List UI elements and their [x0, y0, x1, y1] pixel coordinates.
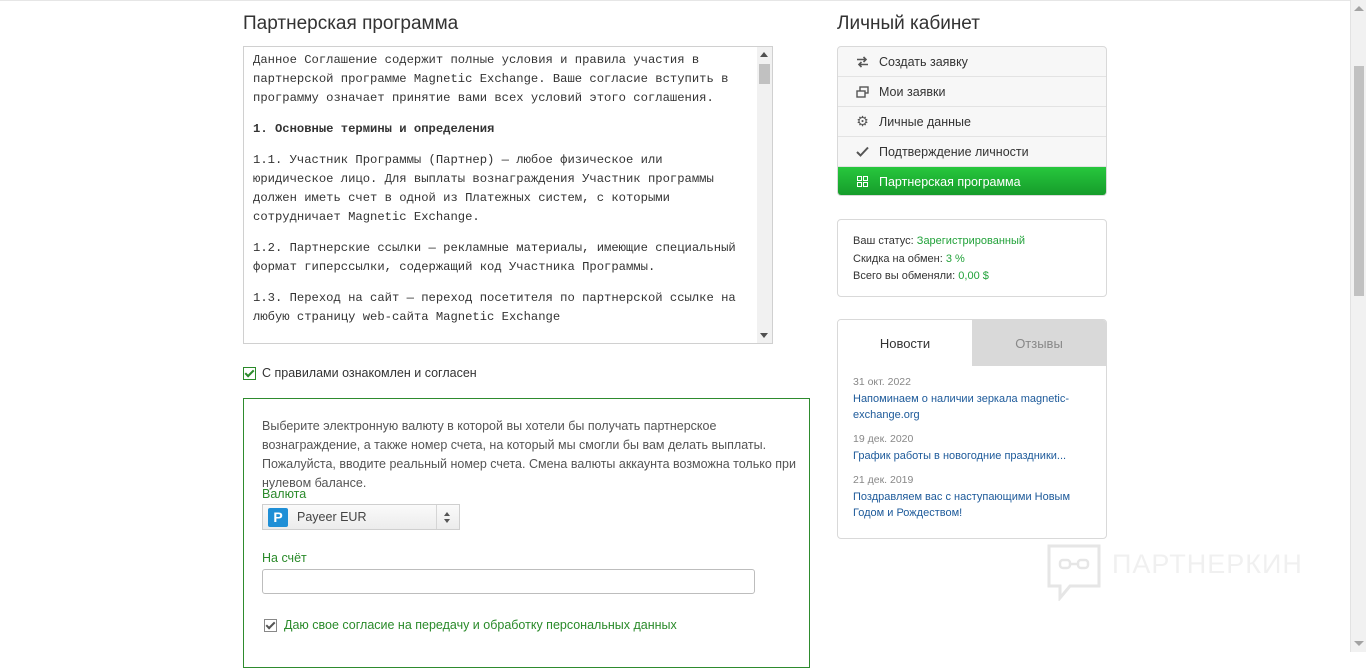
page-scrollbar-thumb[interactable] — [1354, 66, 1364, 296]
menu-item-label: Подтверждение личности — [879, 144, 1029, 159]
status-label: Ваш статус: — [853, 235, 914, 247]
top-divider — [0, 0, 1350, 1]
news-panel: Новости Отзывы 31 окт. 2022 Напоминаем о… — [837, 319, 1107, 539]
news-date: 21 дек. 2019 — [853, 474, 914, 486]
page-scrollbar[interactable] — [1350, 0, 1366, 652]
account-label: На счёт — [262, 551, 307, 565]
news-list: 31 окт. 2022 Напоминаем о наличии зеркал… — [838, 366, 1106, 521]
scroll-down-arrow-icon[interactable] — [760, 333, 768, 338]
terms-heading: 1. Основные термины и определения — [253, 122, 495, 136]
agree-rules-checkbox-row[interactable]: С правилами ознакомлен и согласен — [243, 366, 477, 380]
tab-reviews[interactable]: Отзывы — [972, 320, 1106, 366]
tab-news[interactable]: Новости — [838, 320, 972, 366]
terms-scrollbar-thumb[interactable] — [759, 64, 770, 84]
status-row: Ваш статус: Зарегистрированный — [853, 233, 1091, 251]
total-exchanged-row: Всего вы обменяли: 0,00 $ — [853, 268, 1091, 286]
news-link[interactable]: Напоминаем о наличии зеркала magnetic-ex… — [853, 391, 1091, 423]
terms-scrollbar[interactable] — [757, 47, 772, 343]
menu-item-label: Мои заявки — [879, 84, 946, 99]
agree-rules-label: С правилами ознакомлен и согласен — [262, 366, 477, 380]
payeer-logo-icon: P — [268, 508, 288, 527]
terms-paragraph-1-1: 1.1. Участник Программы (Партнер) — любо… — [253, 153, 714, 224]
sidebar-title: Личный кабинет — [837, 13, 980, 34]
scroll-up-arrow-icon[interactable] — [1354, 6, 1364, 11]
gear-icon: ⚙ — [856, 113, 869, 129]
grid-icon — [856, 175, 869, 188]
consent-checkbox[interactable] — [264, 618, 277, 632]
consent-label: Даю свое согласие на передачу и обработк… — [284, 618, 677, 632]
watermark-text: ПАРТНЕРКИН — [1112, 549, 1303, 579]
menu-item-identity-verification[interactable]: Подтверждение личности — [838, 137, 1106, 167]
status-panel: Ваш статус: Зарегистрированный Скидка на… — [837, 219, 1107, 297]
payout-form: Выберите электронную валюту в которой вы… — [243, 398, 810, 668]
discount-row: Скидка на обмен: 3 % — [853, 251, 1091, 269]
currency-select[interactable]: P Payeer EUR — [262, 504, 460, 530]
terms-paragraph-1-2: 1.2. Партнерские ссылки — рекламные мате… — [253, 241, 736, 274]
menu-item-personal-data[interactable]: ⚙ Личные данные — [838, 107, 1106, 137]
news-date: 31 окт. 2022 — [853, 376, 911, 388]
terms-textarea[interactable]: Данное Соглашение содержит полные услови… — [243, 46, 773, 344]
total-exchanged-label: Всего вы обменяли: — [853, 270, 956, 282]
menu-item-create-request[interactable]: Создать заявку — [838, 47, 1106, 77]
exchange-arrows-icon — [856, 55, 869, 68]
terms-paragraph-1-3: 1.3. Переход на сайт — переход посетител… — [253, 291, 736, 324]
menu-item-label: Личные данные — [879, 114, 971, 129]
list-item: 19 дек. 2020 График работы в новогодние … — [853, 432, 1091, 464]
agree-rules-checkbox[interactable] — [243, 366, 256, 380]
status-value: Зарегистрированный — [916, 235, 1026, 247]
page-title: Партнерская программа — [243, 13, 459, 34]
menu-item-partner-program[interactable]: Партнерская программа — [838, 167, 1106, 195]
news-link[interactable]: Поздравляем вас с наступающими Новым Год… — [853, 489, 1091, 521]
terms-paragraph-intro: Данное Соглашение содержит полные услови… — [253, 53, 729, 105]
list-item: 31 окт. 2022 Напоминаем о наличии зеркал… — [853, 375, 1091, 423]
list-item: 21 дек. 2019 Поздравляем вас с наступающ… — [853, 473, 1091, 521]
windows-icon — [856, 85, 869, 98]
discount-value: 3 % — [945, 252, 965, 265]
checkmark-icon — [856, 145, 869, 158]
form-description: Выберите электронную валюту в которой вы… — [262, 419, 796, 490]
news-date: 19 дек. 2020 — [853, 433, 914, 445]
news-tabs: Новости Отзывы — [838, 320, 1106, 366]
watermark-logo-icon — [1047, 544, 1101, 601]
news-link[interactable]: График работы в новогодние праздники... — [853, 448, 1091, 464]
menu-item-label: Партнерская программа — [879, 174, 1021, 189]
currency-label: Валюта — [262, 487, 307, 501]
total-exchanged-value: 0,00 $ — [958, 270, 989, 282]
scroll-down-arrow-icon[interactable] — [1354, 641, 1364, 646]
scroll-up-arrow-icon[interactable] — [760, 52, 768, 57]
discount-label: Скидка на обмен: — [853, 252, 943, 265]
menu-item-my-requests[interactable]: Мои заявки — [838, 77, 1106, 107]
select-arrows-icon[interactable] — [436, 505, 459, 529]
menu-item-label: Создать заявку — [879, 54, 968, 69]
account-input[interactable] — [262, 569, 755, 594]
account-menu: Создать заявку Мои заявки ⚙ Личные данны… — [837, 46, 1107, 196]
consent-checkbox-row[interactable]: Даю свое согласие на передачу и обработк… — [264, 618, 677, 632]
currency-selected-value: Payeer EUR — [297, 510, 367, 524]
terms-content: Данное Соглашение содержит полные услови… — [253, 51, 748, 339]
watermark: ПАРТНЕРКИН — [1046, 543, 1316, 603]
